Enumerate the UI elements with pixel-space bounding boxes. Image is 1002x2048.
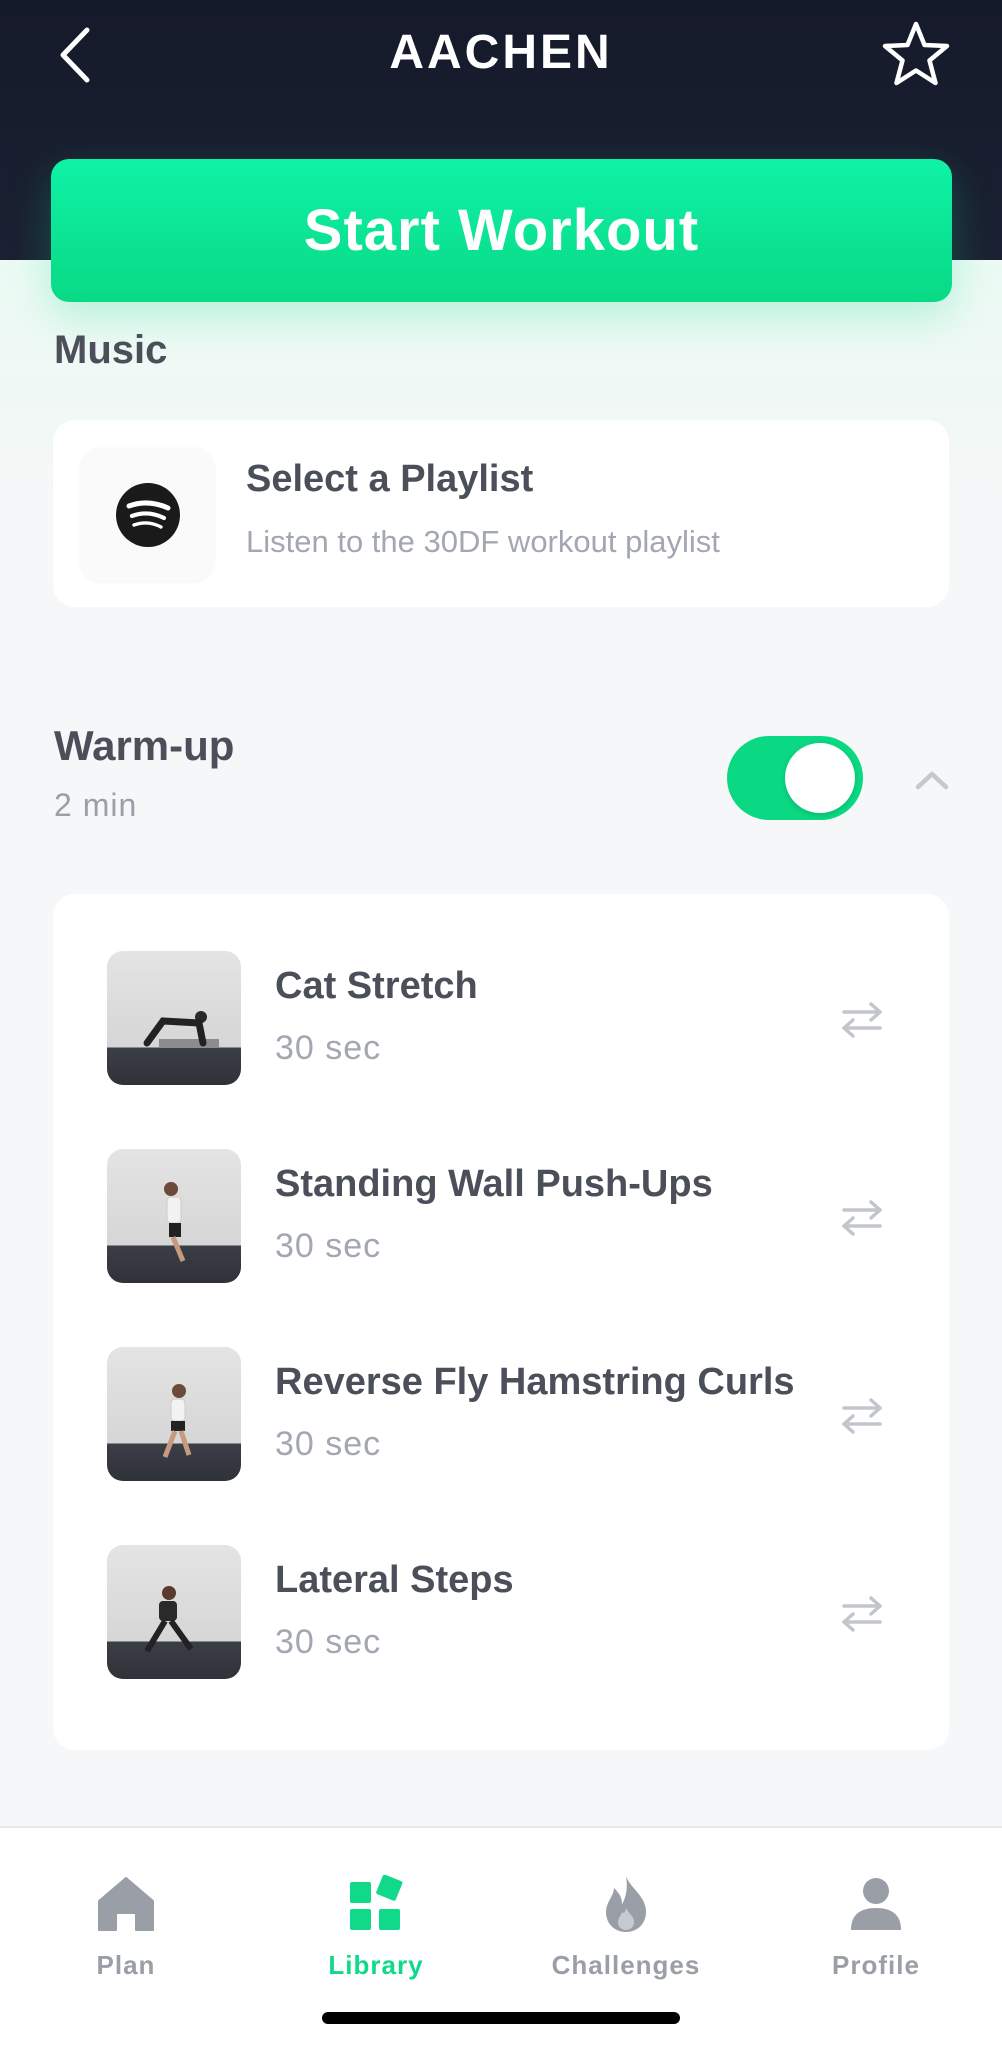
exercise-duration: 30 sec: [275, 1425, 382, 1463]
exercise-list: Cat Stretch 30 sec Standing Wall Push-Up…: [53, 894, 949, 1750]
exercise-row[interactable]: Reverse Fly Hamstring Curls 30 sec: [53, 1347, 949, 1483]
exercise-duration: 30 sec: [275, 1623, 382, 1661]
exercise-row[interactable]: Standing Wall Push-Ups 30 sec: [53, 1149, 949, 1285]
tab-library[interactable]: Library: [276, 1848, 476, 1980]
exercise-thumbnail: [107, 1149, 241, 1283]
person-icon: [844, 1872, 908, 1936]
exercise-name: Lateral Steps: [275, 1559, 514, 1601]
warmup-toggle[interactable]: [727, 736, 863, 820]
swap-exercise-button[interactable]: [837, 1193, 887, 1243]
exercise-row[interactable]: Cat Stretch 30 sec: [53, 951, 949, 1087]
swap-exercise-button[interactable]: [837, 1391, 887, 1441]
exercise-duration: 30 sec: [275, 1029, 382, 1067]
page-title: AACHEN: [389, 26, 613, 79]
start-workout-label: Start Workout: [303, 198, 700, 263]
playlist-subtitle: Listen to the 30DF workout playlist: [246, 524, 720, 559]
tab-challenges[interactable]: Challenges: [526, 1848, 726, 1980]
music-section-title: Music: [54, 328, 168, 372]
exercise-thumbnail: [107, 951, 241, 1085]
playlist-title: Select a Playlist: [246, 458, 534, 500]
exercise-thumbnail: [107, 1545, 241, 1679]
library-grid-icon: [344, 1872, 408, 1936]
chevron-up-icon: [915, 771, 949, 790]
favorite-button[interactable]: [878, 16, 954, 92]
tab-label: Profile: [832, 1950, 920, 1980]
start-workout-button[interactable]: Start Workout: [51, 159, 952, 302]
spotify-icon: [115, 482, 180, 547]
warmup-title: Warm-up: [54, 722, 235, 769]
spotify-tile: [81, 448, 214, 581]
exercise-name: Standing Wall Push-Ups: [275, 1163, 713, 1205]
swap-arrows-icon: [842, 1398, 882, 1434]
tab-profile[interactable]: Profile: [776, 1848, 976, 1980]
select-playlist-card[interactable]: Select a Playlist Listen to the 30DF wor…: [53, 420, 949, 607]
home-icon: [94, 1872, 158, 1936]
flame-icon: [594, 1872, 658, 1936]
warmup-duration: 2 min: [54, 787, 138, 823]
swap-exercise-button[interactable]: [837, 1589, 887, 1639]
toggle-knob: [785, 743, 855, 813]
exercise-name: Reverse Fly Hamstring Curls: [275, 1361, 795, 1403]
collapse-warmup-button[interactable]: [906, 760, 958, 800]
tab-label: Plan: [96, 1950, 156, 1980]
exercise-thumbnail: [107, 1347, 241, 1481]
home-indicator: [322, 2012, 680, 2024]
tab-label: Library: [328, 1950, 424, 1980]
swap-exercise-button[interactable]: [837, 995, 887, 1045]
star-outline-icon: [882, 21, 950, 86]
exercise-row[interactable]: Lateral Steps 30 sec: [53, 1545, 949, 1681]
swap-arrows-icon: [842, 1002, 882, 1038]
tab-label: Challenges: [551, 1950, 701, 1980]
tab-plan[interactable]: Plan: [26, 1848, 226, 1980]
exercise-name: Cat Stretch: [275, 965, 478, 1007]
swap-arrows-icon: [842, 1596, 882, 1632]
swap-arrows-icon: [842, 1200, 882, 1236]
exercise-duration: 30 sec: [275, 1227, 382, 1265]
